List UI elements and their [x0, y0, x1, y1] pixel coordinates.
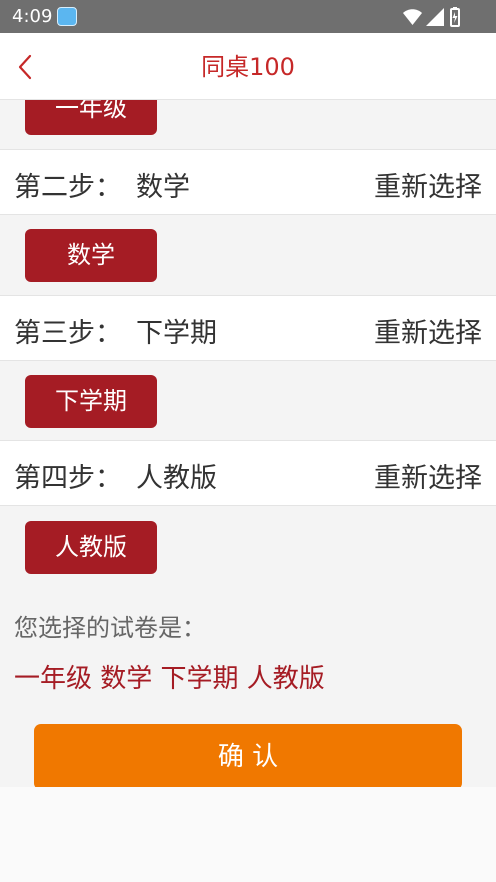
status-bar: 4:09 — [0, 0, 496, 33]
step-3-value: 下学期 — [136, 318, 217, 349]
selected-edition-button[interactable]: 人教版 — [25, 521, 157, 574]
step-3-row: 第三步： 下学期 重新选择 — [0, 295, 496, 361]
reselect-step-4-link[interactable]: 重新选择 — [374, 456, 482, 495]
app-notification-icon — [57, 7, 77, 26]
status-time: 4:09 — [12, 6, 53, 27]
paper-summary-label: 您选择的试卷是： — [14, 614, 206, 642]
signal-icon — [426, 8, 444, 26]
step-3-label: 第三步： — [14, 318, 122, 349]
step-4-value: 人教版 — [136, 463, 217, 494]
step-4-row: 第四步： 人教版 重新选择 — [0, 440, 496, 506]
step-4-label: 第四步： — [14, 463, 122, 494]
battery-charging-icon — [450, 7, 460, 27]
wifi-icon — [403, 9, 422, 25]
reselect-step-3-link[interactable]: 重新选择 — [374, 311, 482, 350]
reselect-step-2-link[interactable]: 重新选择 — [374, 165, 482, 204]
page-title: 同桌100 — [201, 53, 295, 81]
selected-subject-button[interactable]: 数学 — [25, 229, 157, 282]
step-2-label: 第二步： — [14, 172, 122, 203]
step-2-row: 第二步： 数学 重新选择 — [0, 149, 496, 215]
bottom-blank-panel — [0, 787, 496, 882]
selection-content: 一年级 第二步： 数学 重新选择 数学 第三步： 下学期 重新选择 下学期 第四… — [0, 100, 496, 882]
selected-grade-button[interactable]: 一年级 — [25, 100, 157, 135]
app-header: 同桌100 — [0, 33, 496, 100]
step-2-value: 数学 — [136, 172, 190, 203]
selected-term-button[interactable]: 下学期 — [25, 375, 157, 428]
status-icons — [394, 7, 484, 27]
paper-summary-value: 一年级 数学 下学期 人教版 — [14, 664, 325, 694]
confirm-button[interactable]: 确 认 — [34, 724, 462, 790]
